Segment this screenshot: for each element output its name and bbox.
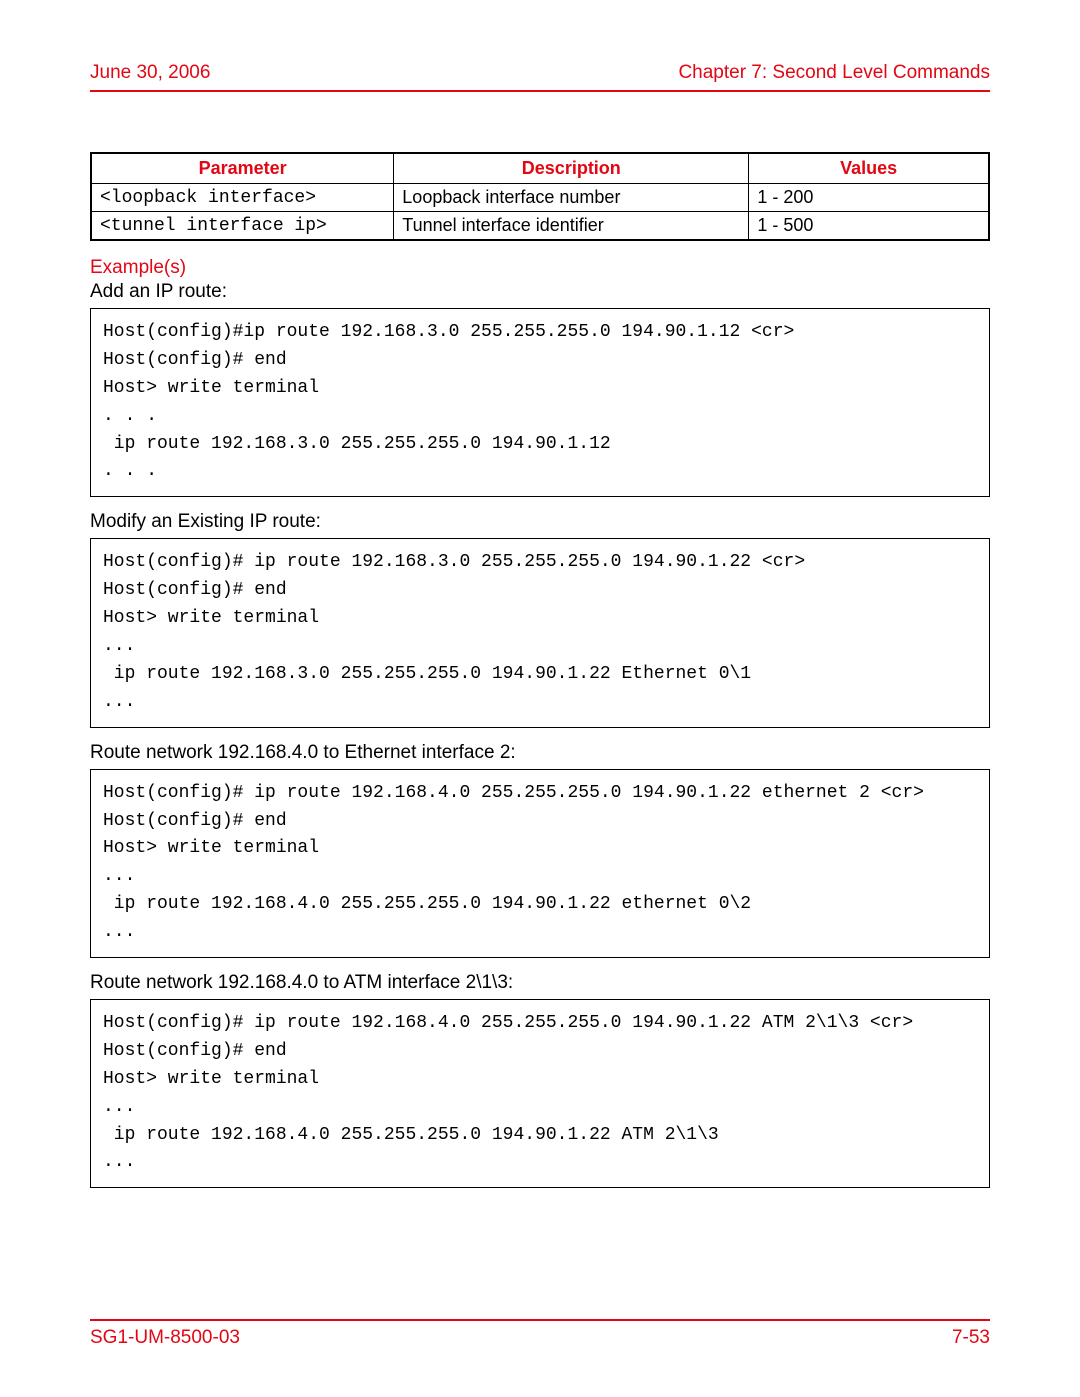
code-block: Host(config)# ip route 192.168.3.0 255.2…: [90, 538, 990, 727]
th-description: Description: [394, 153, 749, 184]
parameter-table: Parameter Description Values <loopback i…: [90, 152, 990, 241]
cell-desc: Loopback interface number: [394, 184, 749, 212]
table-row: <loopback interface> Loopback interface …: [91, 184, 989, 212]
page-footer: SG1-UM-8500-03 7-53: [90, 1319, 990, 1349]
example-caption: Add an IP route:: [90, 281, 990, 303]
header-chapter: Chapter 7: Second Level Commands: [678, 62, 990, 84]
cell-desc: Tunnel interface identifier: [394, 212, 749, 241]
code-block: Host(config)#ip route 192.168.3.0 255.25…: [90, 308, 990, 497]
header-date: June 30, 2006: [90, 62, 210, 84]
example-caption: Route network 192.168.4.0 to Ethernet in…: [90, 742, 990, 764]
example-caption: Modify an Existing IP route:: [90, 511, 990, 533]
th-values: Values: [749, 153, 989, 184]
cell-param: <tunnel interface ip>: [91, 212, 394, 241]
table-row: <tunnel interface ip> Tunnel interface i…: [91, 212, 989, 241]
example-caption: Route network 192.168.4.0 to ATM interfa…: [90, 972, 990, 994]
cell-values: 1 - 200: [749, 184, 989, 212]
page: June 30, 2006 Chapter 7: Second Level Co…: [0, 0, 1080, 1188]
cell-param: <loopback interface>: [91, 184, 394, 212]
code-block: Host(config)# ip route 192.168.4.0 255.2…: [90, 769, 990, 958]
code-block: Host(config)# ip route 192.168.4.0 255.2…: [90, 999, 990, 1188]
th-parameter: Parameter: [91, 153, 394, 184]
examples-heading: Example(s): [90, 257, 990, 279]
table-header-row: Parameter Description Values: [91, 153, 989, 184]
footer-page-number: 7-53: [952, 1327, 990, 1349]
cell-values: 1 - 500: [749, 212, 989, 241]
footer-doc-id: SG1-UM-8500-03: [90, 1327, 240, 1349]
page-header: June 30, 2006 Chapter 7: Second Level Co…: [90, 62, 990, 92]
